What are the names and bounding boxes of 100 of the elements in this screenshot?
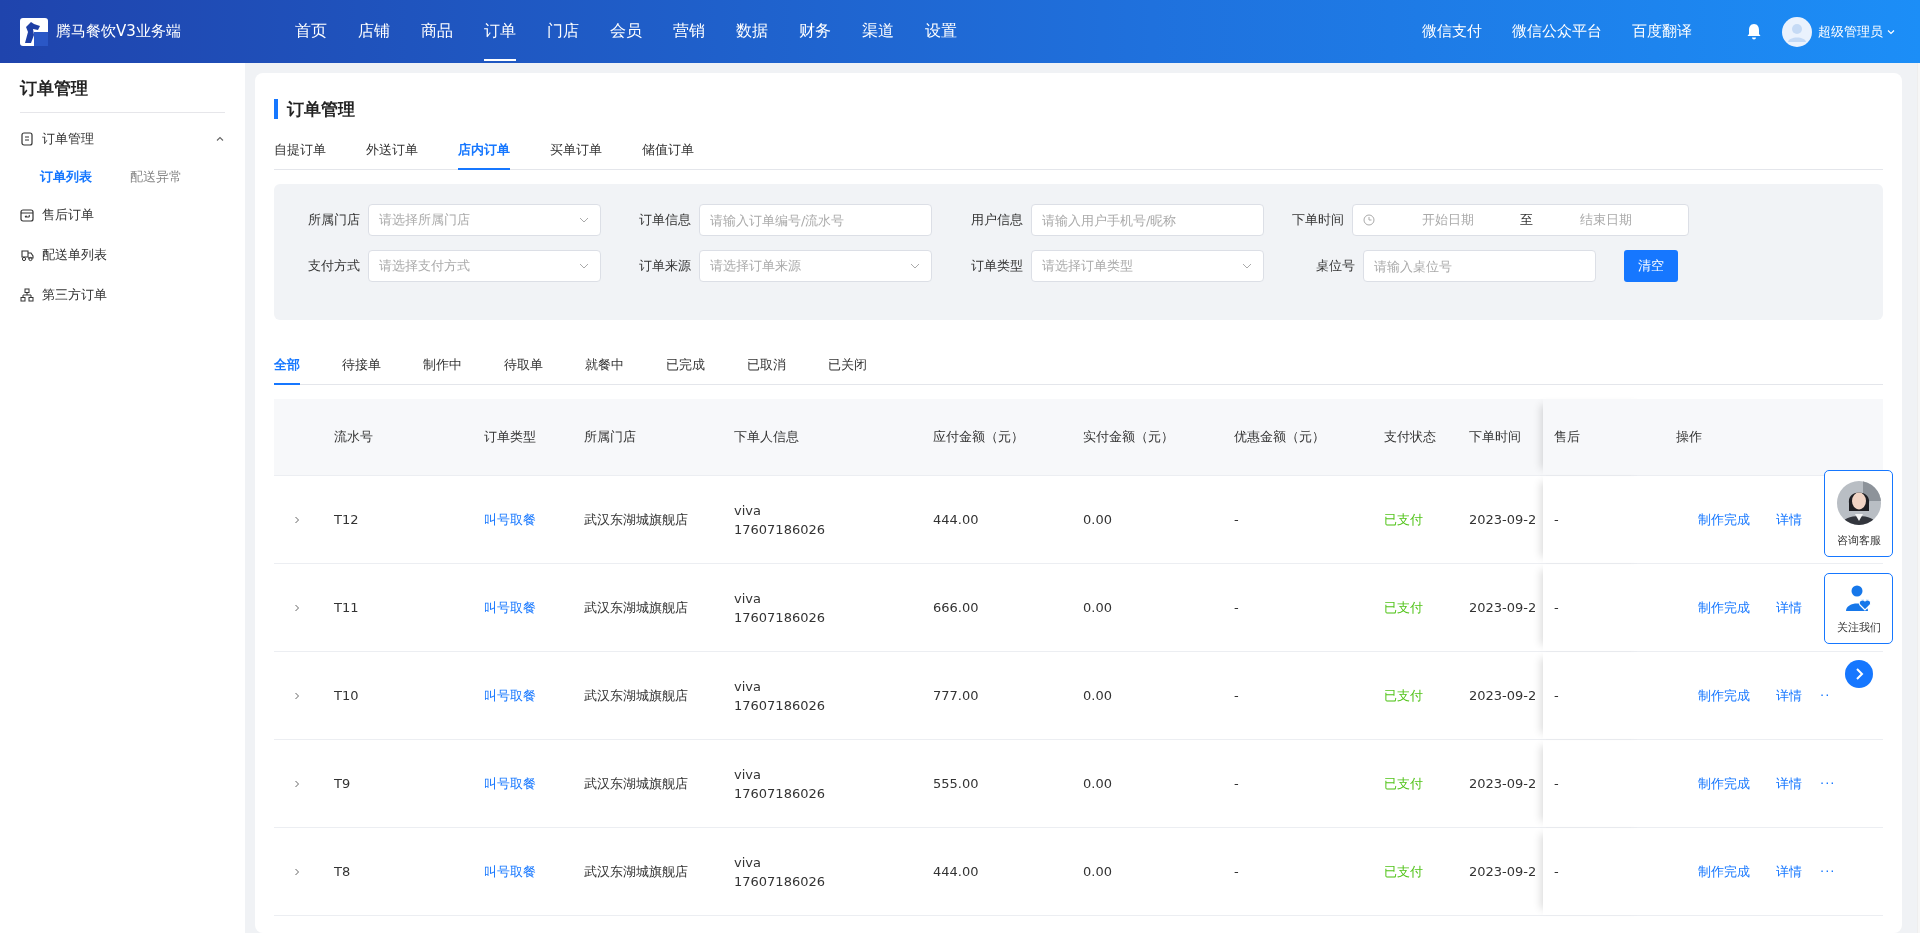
table-cell: T10 <box>334 688 359 703</box>
action-link[interactable]: 制作完成 <box>1698 774 1750 793</box>
input-field[interactable]: 请输入用户手机号/昵称 <box>1031 204 1264 236</box>
column-header: 下单人信息 <box>734 428 799 446</box>
status-tab[interactable]: 就餐中 <box>585 342 624 385</box>
chevron-button-icon[interactable] <box>1844 660 1873 688</box>
horse-logo-icon <box>20 17 48 46</box>
nav-item[interactable]: 财务 <box>787 0 843 63</box>
column-header: 所属门店 <box>584 428 636 446</box>
expand-icon[interactable] <box>292 602 302 613</box>
action-link[interactable]: 详情 <box>1776 598 1802 617</box>
select-field[interactable]: 请选择订单类型 <box>1031 250 1264 282</box>
more-link[interactable]: ··· <box>1820 864 1836 879</box>
table-cell: - <box>1554 776 1559 791</box>
nav-item[interactable]: 数据 <box>724 0 780 63</box>
select-field[interactable]: 请选择所属门店 <box>368 204 601 236</box>
user-phone: 17607186026 <box>734 873 825 889</box>
status-tab[interactable]: 全部 <box>274 342 300 385</box>
select-field[interactable]: 请选择订单来源 <box>699 250 932 282</box>
order-type-link[interactable]: 叫号取餐 <box>484 510 536 529</box>
input-field[interactable]: 请输入桌位号 <box>1363 250 1596 282</box>
expand-icon[interactable] <box>292 690 302 701</box>
float-label: 咨询客服 <box>1836 533 1881 548</box>
order-type-link[interactable]: 叫号取餐 <box>484 862 536 881</box>
select-field[interactable]: 请选择支付方式 <box>368 250 601 282</box>
clear-button[interactable]: 清空 <box>1624 250 1678 282</box>
order-type-tab[interactable]: 自提订单 <box>274 127 326 170</box>
table-cell: - <box>1234 600 1239 615</box>
status-tab[interactable]: 制作中 <box>423 342 462 385</box>
bell-icon[interactable] <box>1746 23 1762 40</box>
order-type-tab[interactable]: 储值订单 <box>642 127 694 170</box>
table-cell: T12 <box>334 512 359 527</box>
filter-label: 订单类型 <box>970 257 1023 275</box>
expand-icon[interactable] <box>292 778 302 789</box>
clock-icon <box>1363 214 1375 226</box>
user-name: viva <box>734 590 761 606</box>
sidebar-item[interactable]: 售后订单 <box>20 195 225 235</box>
status-tab[interactable]: 已取消 <box>747 342 786 385</box>
action-link[interactable]: 制作完成 <box>1698 598 1750 617</box>
user-menu[interactable]: 超级管理员 <box>1818 22 1883 41</box>
sidebar-item[interactable]: 配送单列表 <box>20 235 225 275</box>
status-tab[interactable]: 已完成 <box>666 342 705 385</box>
sidebar-item[interactable]: 第三方订单 <box>20 275 225 315</box>
order-type-link[interactable]: 叫号取餐 <box>484 774 536 793</box>
sidebar-item[interactable]: 订单管理 <box>20 119 225 159</box>
nav-item[interactable]: 首页 <box>283 0 339 63</box>
delivery-icon <box>20 248 34 262</box>
date-range-field[interactable]: 开始日期 至 结束日期 <box>1352 204 1689 236</box>
action-link[interactable]: 详情 <box>1776 862 1802 881</box>
table-cell: 666.00 <box>933 600 979 615</box>
status-tab[interactable]: 已关闭 <box>828 342 867 385</box>
table-cell: - <box>1554 688 1559 703</box>
order-type-tab[interactable]: 买单订单 <box>550 127 602 170</box>
expand-icon[interactable] <box>292 866 302 877</box>
column-header: 优惠金额（元） <box>1234 428 1325 446</box>
top-link[interactable]: 微信公众平台 <box>1512 22 1602 41</box>
status-tab[interactable]: 待取单 <box>504 342 543 385</box>
expand-icon[interactable] <box>292 514 302 525</box>
payment-status: 已支付 <box>1384 598 1423 617</box>
status-tab[interactable]: 待接单 <box>342 342 381 385</box>
order-type-link[interactable]: 叫号取餐 <box>484 686 536 705</box>
action-link[interactable]: 制作完成 <box>1698 862 1750 881</box>
nav-item[interactable]: 店铺 <box>346 0 402 63</box>
table-cell: 0.00 <box>1083 512 1112 527</box>
order-type-link[interactable]: 叫号取餐 <box>484 598 536 617</box>
top-link[interactable]: 微信支付 <box>1422 22 1482 41</box>
table-cell: 2023-09-2 <box>1469 512 1537 527</box>
float-button[interactable]: 咨询客服 <box>1824 470 1893 557</box>
nav-item[interactable]: 订单 <box>472 0 528 63</box>
table-cell: 555.00 <box>933 776 979 791</box>
float-button[interactable]: 关注我们 <box>1824 573 1893 644</box>
order-type-tab[interactable]: 店内订单 <box>458 127 510 170</box>
action-link[interactable]: 详情 <box>1776 686 1802 705</box>
nav-item[interactable]: 门店 <box>535 0 591 63</box>
sidebar-subitem[interactable]: 配送异常 <box>130 168 182 186</box>
table-cell: 武汉东湖城旗舰店 <box>584 774 688 793</box>
action-link[interactable]: 制作完成 <box>1698 686 1750 705</box>
nav-item[interactable]: 会员 <box>598 0 654 63</box>
table-cell: T9 <box>334 776 351 791</box>
table-cell: T8 <box>334 864 351 879</box>
order-type-tab[interactable]: 外送订单 <box>366 127 418 170</box>
user-name: viva <box>734 678 761 694</box>
action-link[interactable]: 详情 <box>1776 774 1802 793</box>
action-link[interactable]: 详情 <box>1776 510 1802 529</box>
table-cell: 0.00 <box>1083 864 1112 879</box>
user-phone: 17607186026 <box>734 521 825 537</box>
sidebar-subitem[interactable]: 订单列表 <box>40 168 92 186</box>
nav-item[interactable]: 商品 <box>409 0 465 63</box>
top-link[interactable]: 百度翻译 <box>1632 22 1692 41</box>
nav-item[interactable]: 渠道 <box>850 0 906 63</box>
avatar-icon[interactable] <box>1782 16 1812 47</box>
action-link[interactable]: 制作完成 <box>1698 510 1750 529</box>
input-field[interactable]: 请输入订单编号/流水号 <box>699 204 932 236</box>
sidebar-title: 订单管理 <box>20 63 225 113</box>
nav-item[interactable]: 营销 <box>661 0 717 63</box>
nav-item[interactable]: 设置 <box>913 0 969 63</box>
column-header: 实付金额（元） <box>1083 428 1174 446</box>
more-link[interactable]: ·· <box>1820 688 1831 703</box>
more-link[interactable]: ··· <box>1820 776 1836 791</box>
float-label: 关注我们 <box>1836 620 1881 635</box>
